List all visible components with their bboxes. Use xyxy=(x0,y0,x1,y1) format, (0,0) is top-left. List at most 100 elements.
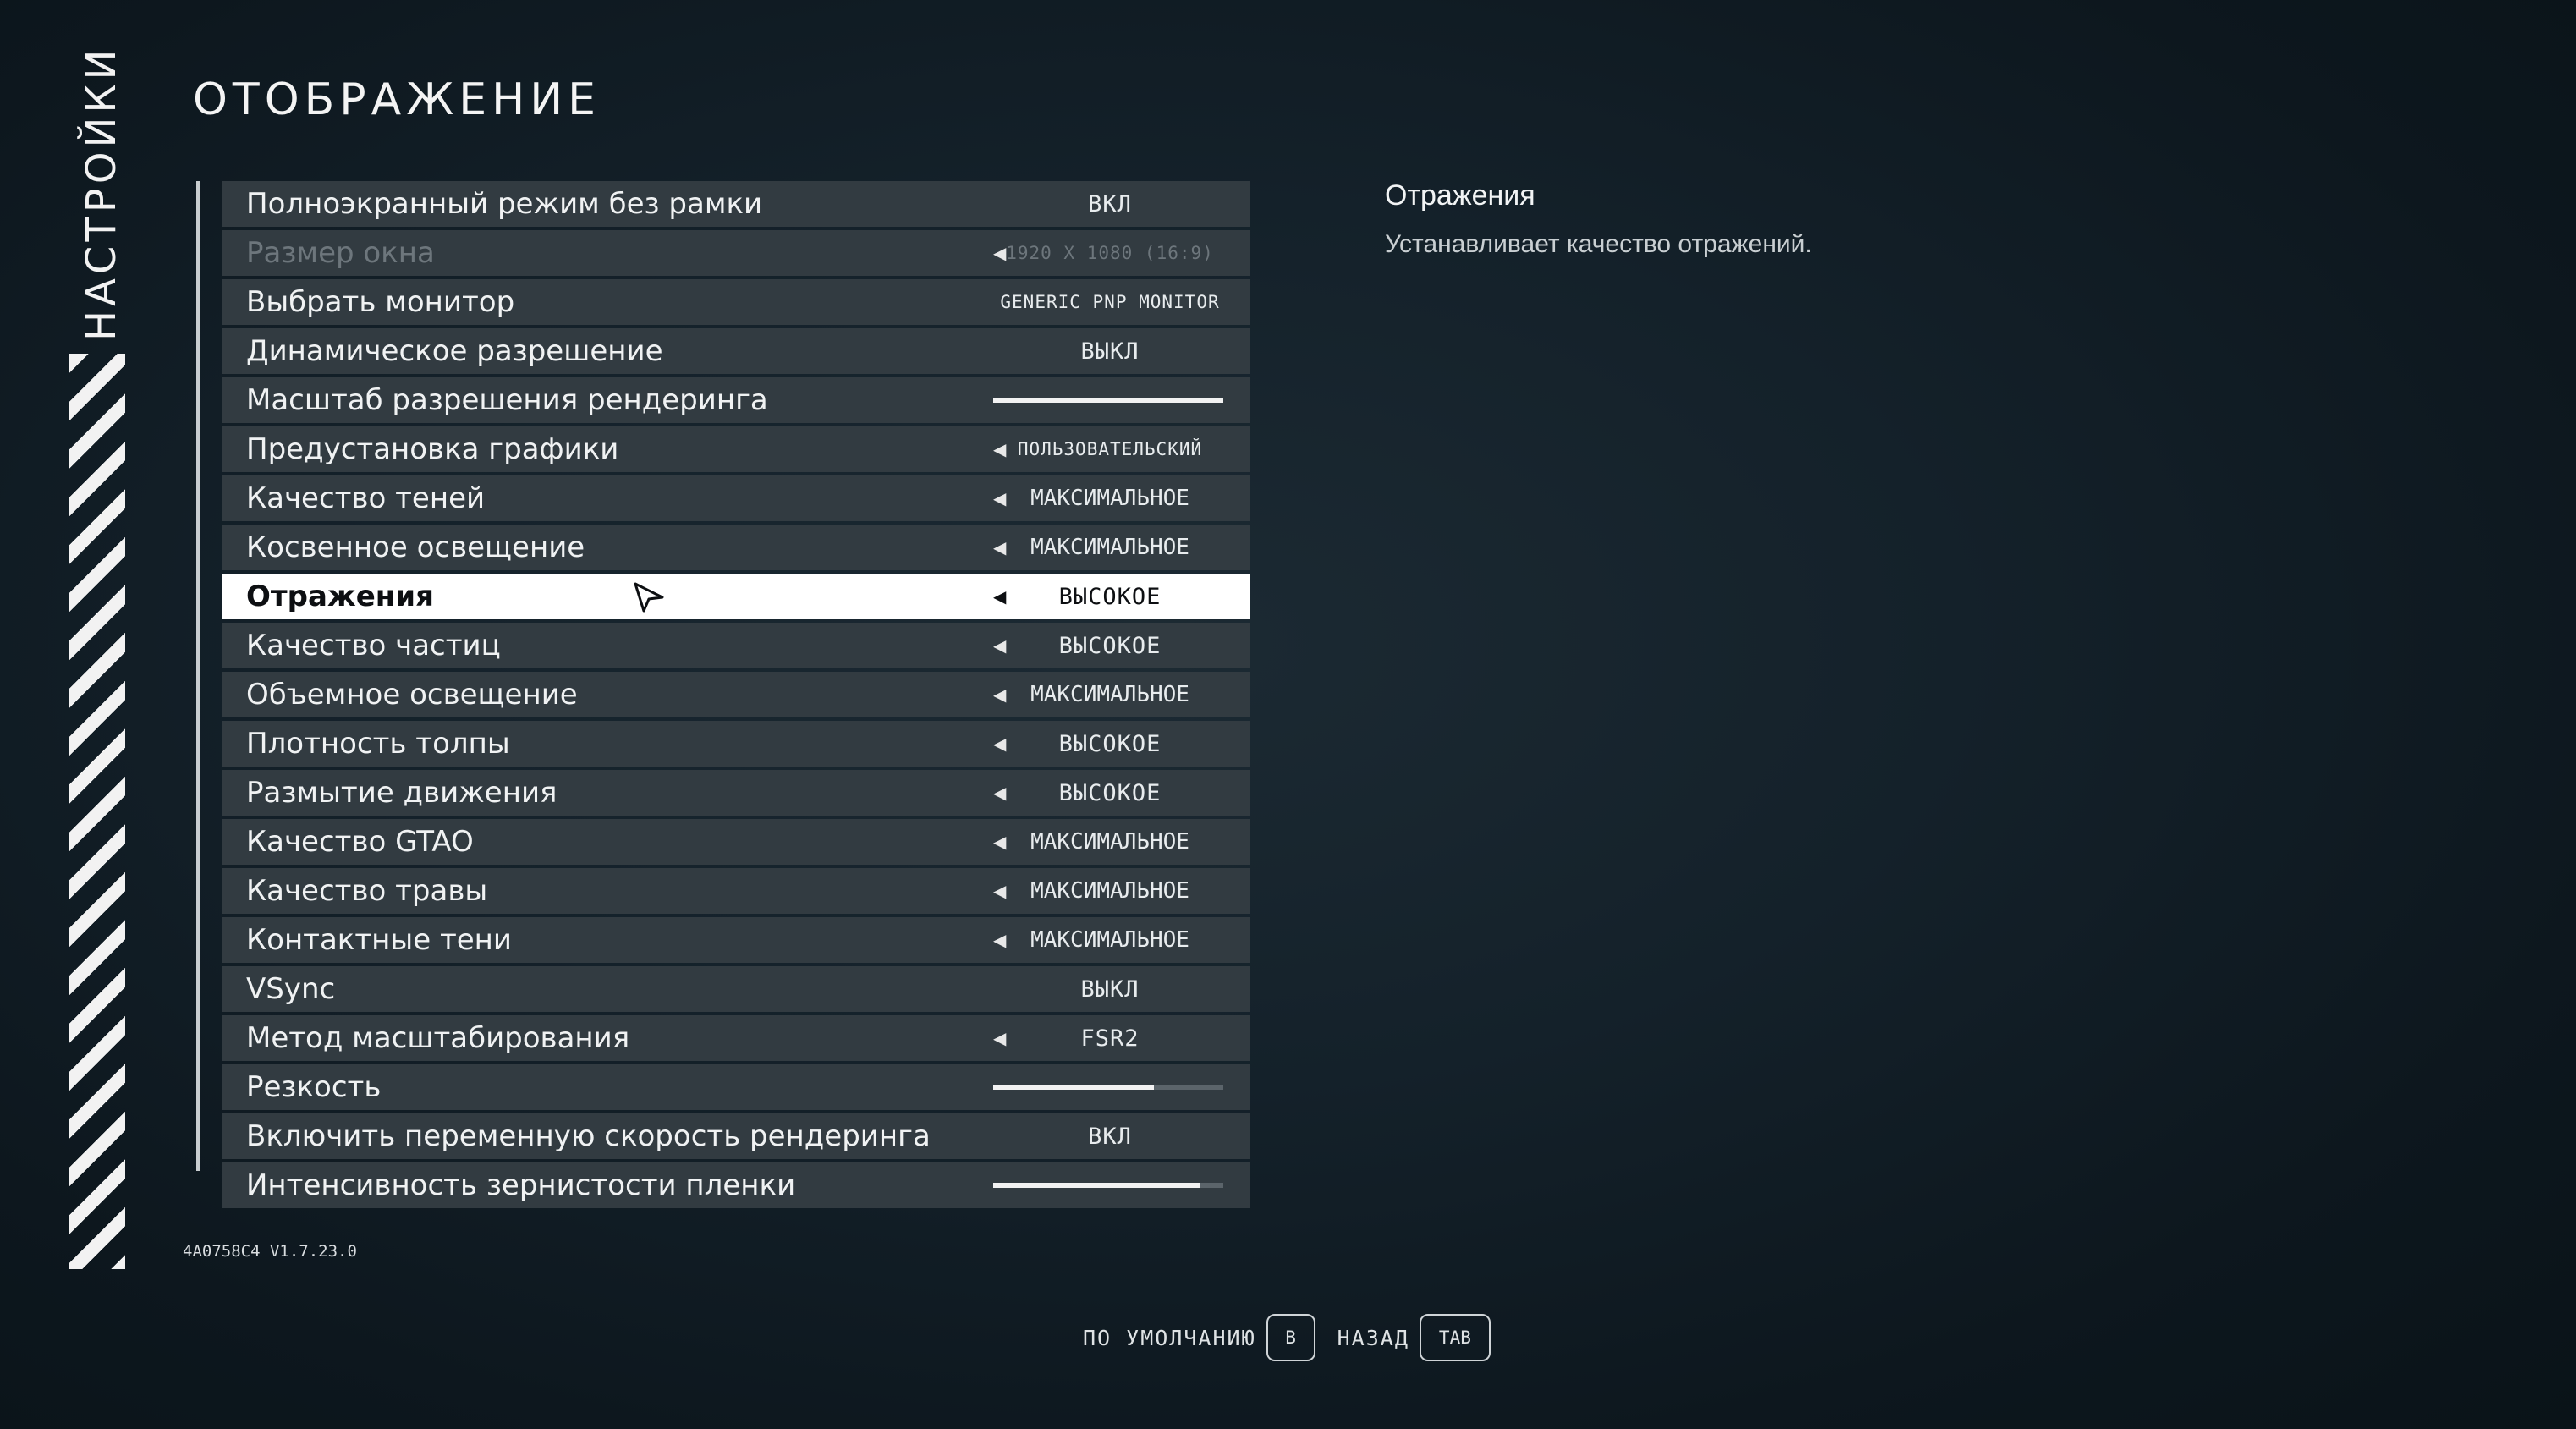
arrow-left-icon[interactable]: ◀ xyxy=(993,537,1006,558)
setting-value-text: ВЫСОКОЕ xyxy=(1058,779,1162,806)
setting-label: Метод масштабирования xyxy=(246,1021,630,1055)
setting-value-text: ВЫКЛ xyxy=(1080,976,1140,1003)
arrow-left-icon[interactable]: ◀ xyxy=(993,586,1006,607)
setting-label: Качество теней xyxy=(246,481,486,515)
setting-value-text: ВЫКЛ xyxy=(1080,338,1140,365)
setting-value[interactable]: ◀ МАКСИМАЛЬНОЕ xyxy=(983,672,1237,717)
mouse-cursor-icon xyxy=(634,582,664,613)
setting-value[interactable]: ◀ 1920 X 1080 (16:9) xyxy=(983,230,1237,276)
arrow-left-icon[interactable]: ◀ xyxy=(993,930,1006,950)
setting-value[interactable]: ◀ ПОЛЬЗОВАТЕЛЬСКИЙ xyxy=(983,426,1237,472)
arrow-left-icon[interactable]: ◀ xyxy=(993,783,1006,803)
description-title: Отражения xyxy=(1385,179,1535,212)
setting-value-text: МАКСИМАЛЬНОЕ xyxy=(1030,535,1189,560)
setting-row[interactable]: Качество GTAO ◀ МАКСИМАЛЬНОЕ xyxy=(222,819,1250,865)
setting-value[interactable]: ВКЛ xyxy=(983,181,1237,227)
setting-row[interactable]: Метод масштабирования ◀ FSR2 xyxy=(222,1015,1250,1061)
setting-row[interactable]: Включить переменную скорость рендеринга В… xyxy=(222,1113,1250,1159)
setting-row[interactable]: Качество частиц ◀ ВЫСОКОЕ xyxy=(222,623,1250,668)
arrow-left-icon[interactable]: ◀ xyxy=(993,734,1006,754)
setting-value-text: ВЫСОКОЕ xyxy=(1058,730,1162,757)
setting-label: Объемное освещение xyxy=(246,678,578,712)
setting-value[interactable]: ◀ МАКСИМАЛЬНОЕ xyxy=(983,917,1237,963)
setting-label: Размер окна xyxy=(246,236,435,270)
slider-fill xyxy=(993,398,1223,403)
setting-value-text: МАКСИМАЛЬНОЕ xyxy=(1030,878,1189,904)
setting-row[interactable]: Полноэкранный режим без рамки ВКЛ xyxy=(222,181,1250,227)
back-label: НАЗАД xyxy=(1337,1325,1409,1350)
setting-slider[interactable] xyxy=(993,1085,1223,1090)
back-key-button[interactable]: TAB xyxy=(1419,1314,1491,1361)
setting-row[interactable]: Контактные тени ◀ МАКСИМАЛЬНОЕ xyxy=(222,917,1250,963)
setting-value[interactable]: ◀ FSR2 xyxy=(983,1015,1237,1061)
setting-label: Выбрать монитор xyxy=(246,285,515,319)
arrow-left-icon[interactable]: ◀ xyxy=(993,832,1006,852)
setting-slider[interactable] xyxy=(993,1183,1223,1188)
setting-row[interactable]: Предустановка графики ◀ ПОЛЬЗОВАТЕЛЬСКИЙ xyxy=(222,426,1250,472)
setting-row[interactable]: Объемное освещение ◀ МАКСИМАЛЬНОЕ xyxy=(222,672,1250,717)
setting-row[interactable]: Качество теней ◀ МАКСИМАЛЬНОЕ xyxy=(222,475,1250,521)
description-text: Устанавливает качество отражений. xyxy=(1385,230,1812,258)
setting-value[interactable]: ◀ ВЫСОКОЕ xyxy=(983,623,1237,668)
setting-label: Отражения xyxy=(246,580,434,613)
setting-label: Предустановка графики xyxy=(246,432,619,466)
setting-value[interactable]: ◀ ВЫСОКОЕ xyxy=(983,721,1237,767)
default-key-button[interactable]: B xyxy=(1266,1314,1315,1361)
setting-row[interactable]: Плотность толпы ◀ ВЫСОКОЕ xyxy=(222,721,1250,767)
setting-row[interactable]: Резкость xyxy=(222,1064,1250,1110)
setting-row[interactable]: Выбрать монитор GENERIC PNP MONITOR xyxy=(222,279,1250,325)
setting-value-text: МАКСИМАЛЬНОЕ xyxy=(1030,829,1189,855)
setting-row[interactable]: VSync ВЫКЛ xyxy=(222,966,1250,1012)
setting-value-text: ВКЛ xyxy=(1088,1123,1132,1150)
setting-label: VSync xyxy=(246,972,336,1006)
setting-label: Включить переменную скорость рендеринга xyxy=(246,1119,931,1153)
setting-value-text: МАКСИМАЛЬНОЕ xyxy=(1030,682,1189,707)
setting-row[interactable]: Размер окна ◀ 1920 X 1080 (16:9) xyxy=(222,230,1250,276)
setting-value-text: FSR2 xyxy=(1080,1025,1140,1052)
setting-row[interactable]: Масштаб разрешения рендеринга xyxy=(222,377,1250,423)
setting-value-text: МАКСИМАЛЬНОЕ xyxy=(1030,486,1189,511)
arrow-left-icon[interactable]: ◀ xyxy=(993,488,1006,508)
version-label: 4A0758C4 V1.7.23.0 xyxy=(183,1242,357,1261)
setting-row[interactable]: Косвенное освещение ◀ МАКСИМАЛЬНОЕ xyxy=(222,525,1250,570)
setting-value[interactable]: ◀ ВЫСОКОЕ xyxy=(983,574,1237,619)
arrow-left-icon[interactable]: ◀ xyxy=(993,881,1006,901)
setting-label: Качество частиц xyxy=(246,629,501,662)
setting-label: Интенсивность зернистости пленки xyxy=(246,1168,796,1202)
page-title: ОТОБРАЖЕНИЕ xyxy=(193,74,601,125)
setting-label: Косвенное освещение xyxy=(246,530,585,564)
setting-label: Резкость xyxy=(246,1070,382,1104)
setting-row[interactable]: Динамическое разрешение ВЫКЛ xyxy=(222,328,1250,374)
setting-row[interactable]: Качество травы ◀ МАКСИМАЛЬНОЕ xyxy=(222,868,1250,914)
setting-value[interactable]: ◀ МАКСИМАЛЬНОЕ xyxy=(983,819,1237,865)
arrow-left-icon[interactable]: ◀ xyxy=(993,635,1006,656)
setting-label: Качество травы xyxy=(246,874,488,908)
setting-value[interactable]: ВЫКЛ xyxy=(983,328,1237,374)
setting-value[interactable]: ◀ ВЫСОКОЕ xyxy=(983,770,1237,816)
setting-label: Плотность толпы xyxy=(246,727,510,761)
setting-value-text: ВЫСОКОЕ xyxy=(1058,583,1162,610)
default-label: ПО УМОЛЧАНИЮ xyxy=(1083,1325,1256,1350)
setting-slider[interactable] xyxy=(993,398,1223,403)
arrow-left-icon[interactable]: ◀ xyxy=(993,243,1006,263)
setting-value[interactable]: ◀ МАКСИМАЛЬНОЕ xyxy=(983,475,1237,521)
setting-value[interactable]: GENERIC PNP MONITOR xyxy=(983,279,1237,325)
setting-value[interactable]: ◀ МАКСИМАЛЬНОЕ xyxy=(983,868,1237,914)
settings-list: Полноэкранный режим без рамки ВКЛ Размер о… xyxy=(222,181,1250,1212)
setting-label: Размытие движения xyxy=(246,776,557,810)
arrow-left-icon[interactable]: ◀ xyxy=(993,684,1006,705)
setting-row[interactable]: Размытие движения ◀ ВЫСОКОЕ xyxy=(222,770,1250,816)
setting-value[interactable]: ВКЛ xyxy=(983,1113,1237,1159)
scrollbar-thumb[interactable] xyxy=(196,181,200,1171)
setting-label: Контактные тени xyxy=(246,923,513,957)
setting-row[interactable]: Интенсивность зернистости пленки xyxy=(222,1162,1250,1208)
setting-value[interactable]: ВЫКЛ xyxy=(983,966,1237,1012)
sidebar-stripes-decoration xyxy=(69,354,125,1269)
setting-label: Качество GTAO xyxy=(246,825,474,859)
setting-value-text: GENERIC PNP MONITOR xyxy=(1000,292,1220,312)
arrow-left-icon[interactable]: ◀ xyxy=(993,1028,1006,1048)
arrow-left-icon[interactable]: ◀ xyxy=(993,439,1006,459)
setting-label: Масштаб разрешения рендеринга xyxy=(246,383,768,417)
setting-value[interactable]: ◀ МАКСИМАЛЬНОЕ xyxy=(983,525,1237,570)
setting-row[interactable]: Отражения ◀ ВЫСОКОЕ xyxy=(222,574,1250,619)
